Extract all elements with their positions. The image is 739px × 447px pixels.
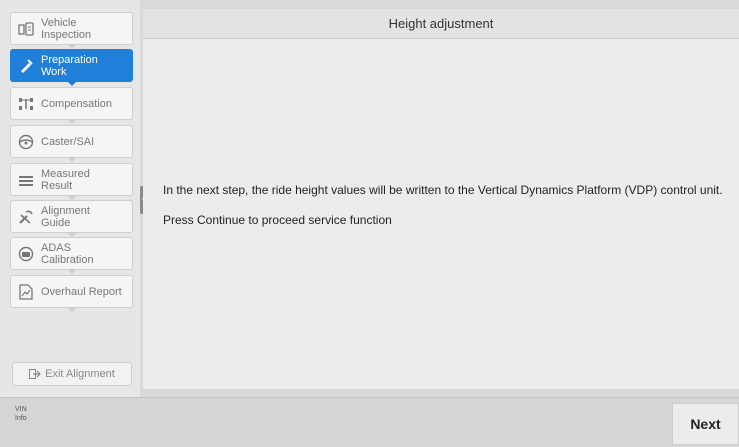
message-line-1: In the next step, the ride height values… bbox=[163, 183, 723, 197]
sidebar-item-compensation[interactable]: Compensation bbox=[10, 87, 133, 124]
instruction-message: In the next step, the ride height values… bbox=[163, 182, 723, 242]
sidebar-item-label: Vehicle Inspection bbox=[41, 16, 92, 41]
report-icon bbox=[17, 283, 35, 301]
sidebar-item-label: Alignment Guide bbox=[41, 204, 90, 229]
sidebar-item-label: Caster/SAI bbox=[41, 135, 95, 148]
sidebar-item-measured-result[interactable]: Measured Result bbox=[10, 163, 133, 200]
exit-alignment-button[interactable]: Exit Alignment bbox=[12, 362, 132, 386]
adas-icon bbox=[17, 245, 35, 263]
bottom-toolbar: VIN Info Next bbox=[0, 397, 739, 447]
sidebar-item-label: ADAS Calibration bbox=[41, 241, 94, 266]
next-button[interactable]: Next bbox=[672, 403, 739, 445]
exit-icon bbox=[29, 369, 41, 379]
info-label: Info bbox=[15, 415, 27, 422]
sidebar-item-overhaul-report[interactable]: Overhaul Report bbox=[10, 275, 133, 312]
preparation-work-icon bbox=[17, 57, 35, 75]
page-title: Height adjustment bbox=[143, 9, 739, 39]
sidebar-item-label: Overhaul Report bbox=[41, 285, 122, 298]
sidebar: Vehicle Inspection Preparation Work Comp… bbox=[0, 0, 140, 397]
compensation-icon bbox=[17, 95, 35, 113]
message-line-2: Press Continue to proceed service functi… bbox=[163, 213, 392, 227]
exit-alignment-label: Exit Alignment bbox=[45, 368, 115, 380]
vehicle-inspection-icon bbox=[17, 20, 35, 38]
sidebar-item-label: Compensation bbox=[41, 97, 112, 110]
sidebar-item-adas-calibration[interactable]: ADAS Calibration bbox=[10, 237, 133, 274]
sidebar-item-alignment-guide[interactable]: Alignment Guide bbox=[10, 200, 133, 237]
steering-wheel-icon bbox=[17, 133, 35, 151]
sidebar-item-vehicle-inspection[interactable]: Vehicle Inspection bbox=[10, 12, 133, 49]
sidebar-item-preparation-work[interactable]: Preparation Work bbox=[10, 49, 133, 86]
wrench-icon bbox=[17, 208, 35, 226]
sidebar-item-label: Preparation Work bbox=[41, 53, 98, 78]
sidebar-item-label: Measured Result bbox=[41, 167, 90, 192]
sidebar-item-caster-sai[interactable]: Caster/SAI bbox=[10, 125, 133, 162]
measured-result-icon bbox=[17, 171, 35, 189]
main-content-panel: Height adjustment In the next step, the … bbox=[143, 9, 739, 389]
vin-label: VIN bbox=[15, 406, 27, 413]
